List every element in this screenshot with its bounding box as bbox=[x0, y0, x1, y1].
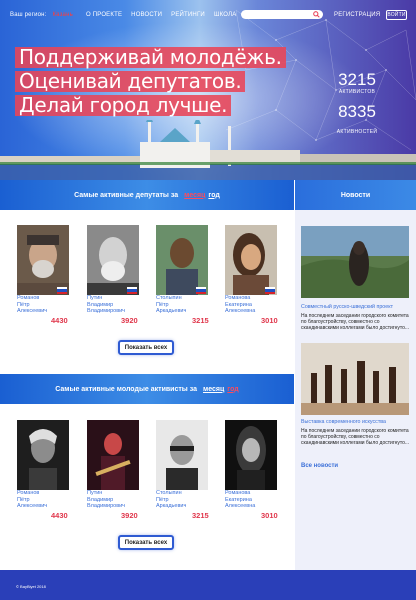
news-image[interactable] bbox=[301, 226, 409, 298]
stat-activists: 3215 активистов bbox=[329, 70, 385, 96]
activists-section-header: Самые активные молодые активисты за меся… bbox=[0, 374, 294, 404]
slogan-line-2: Оценивай депутатов. bbox=[15, 71, 246, 92]
deputies-header-text: Самые активные депутаты за bbox=[74, 191, 179, 199]
period-month-link[interactable]: месяц bbox=[203, 386, 224, 393]
deputy-score: 3920 bbox=[121, 316, 138, 325]
activist-name: Романов Пётр Алексеевич bbox=[17, 490, 48, 509]
stat-activities: 8335 активностей bbox=[329, 102, 385, 136]
stat-activities-label: активностей bbox=[336, 129, 378, 135]
nav-link-about[interactable]: О проекте bbox=[86, 12, 122, 18]
register-link[interactable]: Регистрация bbox=[334, 12, 380, 18]
activist-photo[interactable] bbox=[87, 420, 139, 490]
russia-flag-icon bbox=[196, 287, 206, 294]
russia-flag-icon bbox=[127, 287, 137, 294]
activist-photo[interactable] bbox=[156, 420, 208, 490]
deputies-section-header: Самые активные депутаты за месяц год bbox=[0, 180, 294, 210]
news-sidebar: Совместный русско-шведский проект На пос… bbox=[295, 210, 416, 586]
deputy-photo[interactable] bbox=[17, 225, 69, 295]
search-icon[interactable] bbox=[313, 11, 320, 18]
login-button[interactable]: Войти bbox=[386, 10, 407, 20]
period-year-link[interactable]: год bbox=[208, 192, 219, 199]
show-all-deputies-button[interactable]: Показать всех bbox=[118, 340, 174, 355]
activist-name: Романова Екатерина Алексеевна bbox=[225, 490, 256, 509]
news-title[interactable]: Совместный русско-шведский проект bbox=[301, 304, 411, 310]
footer: © BayBiyet 2018 bbox=[0, 570, 416, 600]
deputy-score: 3215 bbox=[192, 316, 209, 325]
russia-flag-icon bbox=[57, 287, 67, 294]
hero-slogan: Поддерживай молодёжь. Оценивай депутатов… bbox=[15, 47, 286, 119]
region-value[interactable]: Казань bbox=[52, 12, 73, 18]
activists-header-text: Самые активные молодые активисты за bbox=[55, 385, 198, 393]
period-month-link[interactable]: месяц bbox=[184, 192, 205, 199]
deputy-photo[interactable] bbox=[156, 225, 208, 295]
news-section-header[interactable]: Новости bbox=[295, 180, 416, 210]
deputy-name: Столыпин Пётр Аркадьевич bbox=[156, 295, 187, 314]
slogan-line-1: Поддерживай молодёжь. bbox=[15, 47, 286, 68]
news-excerpt: На последнем заседании городского комите… bbox=[301, 313, 410, 331]
news-title[interactable]: Выставка современного искусства bbox=[301, 419, 411, 425]
deputy-name: Романова Екатерина Алексеевна bbox=[225, 295, 256, 314]
activist-photo[interactable] bbox=[17, 420, 69, 490]
search-input[interactable] bbox=[241, 10, 323, 19]
activist-score: 3920 bbox=[121, 511, 138, 520]
copyright-text: © BayBiyet 2018 bbox=[16, 584, 46, 589]
activist-name: Путин Владимир Владимирович bbox=[87, 490, 126, 509]
deputy-name: Романов Пётр Алексеевич bbox=[17, 295, 48, 314]
deputy-score: 4430 bbox=[51, 316, 68, 325]
stat-activists-value: 3215 bbox=[338, 70, 376, 89]
russia-flag-icon bbox=[265, 287, 275, 294]
slogan-line-3: Делай город лучше. bbox=[15, 95, 232, 116]
activist-score: 4430 bbox=[51, 511, 68, 520]
top-navigation: Ваш регион: Казань О проекте Новости Рей… bbox=[0, 0, 416, 30]
deputy-photo[interactable] bbox=[225, 225, 277, 295]
activist-name: Столыпин Пётр Аркадьевич bbox=[156, 490, 187, 509]
deputy-score: 3010 bbox=[261, 316, 278, 325]
nav-link-school[interactable]: Школа bbox=[214, 12, 236, 18]
show-all-activists-button[interactable]: Показать всех bbox=[118, 535, 174, 550]
nav-link-news[interactable]: Новости bbox=[131, 12, 162, 18]
news-excerpt: На последнем заседании городского комите… bbox=[301, 428, 410, 446]
activist-score: 3010 bbox=[261, 511, 278, 520]
news-image[interactable] bbox=[301, 343, 409, 415]
all-news-link[interactable]: Все новости bbox=[301, 463, 338, 469]
activist-photo[interactable] bbox=[225, 420, 277, 490]
stat-activists-label: активистов bbox=[338, 89, 376, 95]
activist-score: 3215 bbox=[192, 511, 209, 520]
nav-link-ratings[interactable]: Рейтинги bbox=[171, 12, 205, 18]
period-year-link[interactable]: год bbox=[227, 386, 238, 393]
region-label: Ваш регион: bbox=[10, 12, 47, 18]
stat-activities-value: 8335 bbox=[338, 102, 376, 121]
region-selector[interactable]: Ваш регион: Казань bbox=[10, 12, 73, 18]
deputy-name: Путин Владимир Владимирович bbox=[87, 295, 126, 314]
main-menu: О проекте Новости Рейтинги Школа bbox=[86, 12, 236, 18]
deputy-photo[interactable] bbox=[87, 225, 139, 295]
